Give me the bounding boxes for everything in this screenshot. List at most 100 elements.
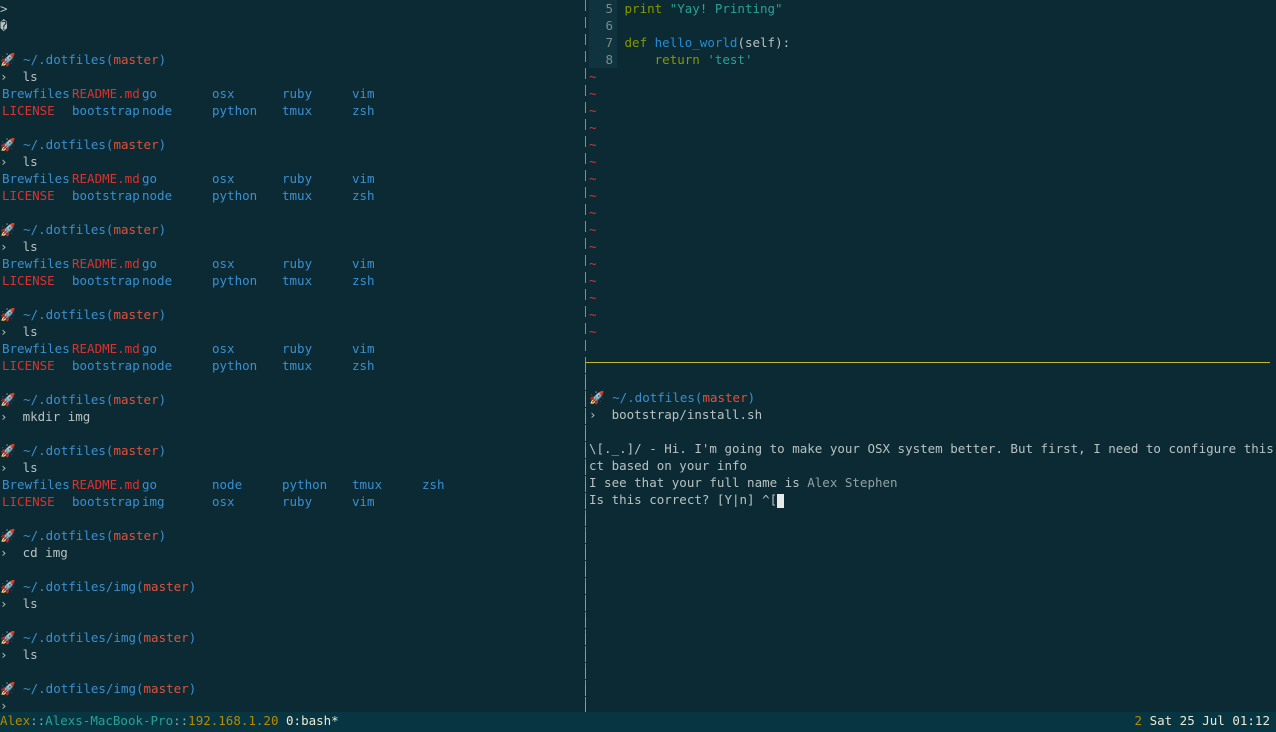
vim-empty-line: ~ (589, 238, 1276, 255)
chevron-icon: › (0, 324, 8, 339)
prompt-line: 🚀 ~/.dotfiles(master) (0, 307, 167, 322)
file-entry: Brewfiles (2, 256, 70, 271)
output-line: � (0, 18, 8, 33)
prompt-branch: master (143, 579, 189, 594)
vim-empty-line: ~ (589, 153, 1276, 170)
command-text: ls (22, 647, 38, 662)
ls-output-row: LICENSE bootstrap node python tmux zsh (0, 187, 582, 204)
file-entry: node (142, 103, 173, 118)
file-entry: Brewfiles (2, 341, 70, 356)
command-text: ls (22, 69, 38, 84)
line-number: 6 (589, 17, 617, 34)
file-entry: README.md (72, 86, 140, 101)
status-right: 2 Sat 25 Jul 01:12 (1134, 713, 1270, 728)
command-line: › ls (0, 459, 582, 476)
line-number: 7 (589, 34, 617, 51)
output-line: \[._.]/ - Hi. I'm going to make your OSX… (589, 441, 1276, 456)
file-entry: python (212, 358, 258, 373)
file-entry: node (142, 188, 173, 203)
prompt-line: 🚀 ~/.dotfiles/img(master) (0, 630, 197, 645)
code-text: print "Yay! Printing" (624, 1, 783, 16)
ls-output-row: Brewfiles README.md go osx ruby vim (0, 85, 582, 102)
prompt-path: ~/.dotfiles (23, 392, 106, 407)
file-entry: osx (212, 341, 235, 356)
tilde-marker: ~ (589, 188, 597, 203)
install-terminal-pane[interactable]: 🚀 ~/.dotfiles(master) › bootstrap/instal… (589, 372, 1276, 712)
file-entry: Brewfiles (2, 171, 70, 186)
tilde-marker: ~ (589, 86, 597, 101)
line-number: 8 (589, 51, 617, 68)
code-text: def hello_world(self): (624, 35, 791, 50)
text-cursor (777, 493, 785, 508)
prompt-path: ~/.dotfiles (23, 52, 106, 67)
file-entry: tmux (352, 477, 383, 492)
prompt-path: ~/.dotfiles (23, 443, 106, 458)
command-text: bootstrap/install.sh (611, 407, 763, 422)
prompt-line: 🚀 ~/.dotfiles(master) (0, 528, 167, 543)
prompt-line: 🚀 ~/.dotfiles(master) (0, 137, 167, 152)
file-entry: node (142, 273, 173, 288)
command-line: › (0, 697, 582, 712)
file-entry: ruby (282, 494, 313, 509)
prompt-branch: master (702, 390, 748, 405)
prompt-line: 🚀 ~/.dotfiles(master) (0, 222, 167, 237)
file-entry: vim (352, 494, 375, 509)
file-entry: vim (352, 256, 375, 271)
file-entry: zsh (352, 358, 375, 373)
file-entry: LICENSE (2, 188, 55, 203)
chevron-icon: › (0, 69, 8, 84)
status-window[interactable]: 0:bash* (286, 713, 339, 728)
vim-empty-line: ~ (589, 68, 1276, 85)
command-line: › ls (0, 68, 582, 85)
file-entry: zsh (422, 477, 445, 492)
chevron-icon: › (0, 409, 8, 424)
file-entry: ruby (282, 341, 313, 356)
prompt-line: 🚀 ~/.dotfiles(master) (0, 52, 167, 67)
prompt-line: 🚀 ~/.dotfiles/img(master) (0, 681, 197, 696)
ls-output-row: LICENSE bootstrap node python tmux zsh (0, 357, 582, 374)
prompt-path: ~/.dotfiles (23, 137, 106, 152)
vim-line: 7 def hello_world(self): (589, 34, 1276, 51)
file-entry: python (212, 273, 258, 288)
file-entry: Brewfiles (2, 86, 70, 101)
tilde-marker: ~ (589, 239, 597, 254)
rocket-icon: 🚀 (0, 307, 16, 322)
file-entry: osx (212, 494, 235, 509)
rocket-icon: 🚀 (0, 579, 16, 594)
file-entry: bootstrap (72, 188, 140, 203)
file-entry: README.md (72, 341, 140, 356)
horizontal-pane-divider[interactable] (586, 362, 1270, 363)
prompt-path: ~/.dotfiles (612, 390, 695, 405)
vim-empty-line: ~ (589, 306, 1276, 323)
vertical-pane-divider[interactable] (585, 0, 586, 712)
vim-editor-pane[interactable]: 5 print "Yay! Printing" 6 7 def hello_wor… (589, 0, 1276, 356)
ls-output-row: LICENSE bootstrap node python tmux zsh (0, 272, 582, 289)
vim-empty-line: ~ (589, 323, 1276, 340)
prompt-path: ~/.dotfiles/img (23, 579, 136, 594)
file-entry: go (142, 171, 158, 186)
prompt-branch: master (143, 630, 189, 645)
command-text: ls (22, 324, 38, 339)
command-text: ls (22, 154, 38, 169)
confirm-line[interactable]: Is this correct? [Y|n] ^[ (589, 491, 1276, 508)
file-entry: python (212, 188, 258, 203)
prompt-branch: master (113, 443, 159, 458)
tilde-marker: ~ (589, 137, 597, 152)
vim-empty-line: ~ (589, 221, 1276, 238)
command-text: ls (22, 239, 38, 254)
vim-line: 6 (589, 17, 1276, 34)
command-line: › ls (0, 153, 582, 170)
ls-output-row: Brewfiles README.md go osx ruby vim (0, 340, 582, 357)
output-line: ct based on your info (589, 458, 748, 473)
left-terminal-pane[interactable]: > � 🚀 ~/.dotfiles(master) › ls Brewfiles READ… (0, 0, 582, 712)
file-entry: img (142, 494, 165, 509)
file-entry: tmux (282, 103, 313, 118)
prompt-branch: master (113, 392, 159, 407)
